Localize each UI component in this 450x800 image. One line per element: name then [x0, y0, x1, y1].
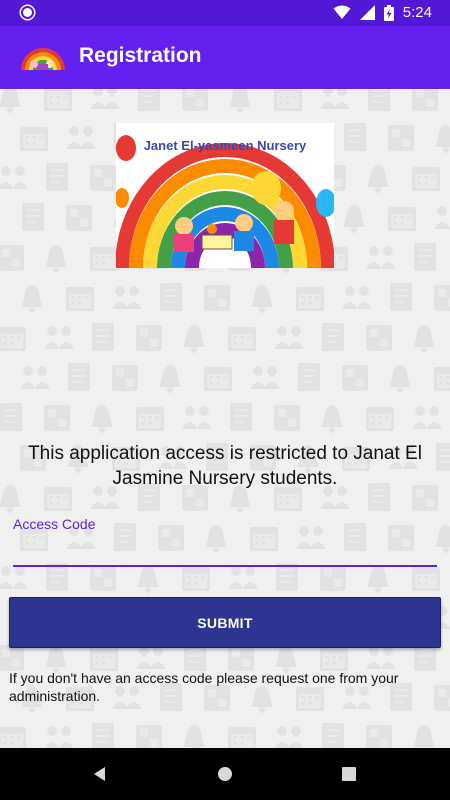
- access-code-label: Access Code: [13, 516, 96, 532]
- submit-button[interactable]: SUBMIT: [9, 597, 441, 648]
- signal-icon: [359, 5, 375, 20]
- recents-icon[interactable]: [337, 762, 361, 786]
- app-bar: Registration: [0, 26, 450, 89]
- notification-dot-icon: [21, 6, 34, 19]
- battery-charging-icon: [383, 4, 394, 21]
- navigation-bar: [0, 748, 450, 800]
- clock: 5:24: [402, 4, 432, 21]
- help-text: If you don't have an access code please …: [9, 670, 399, 704]
- nursery-banner-image: Janet El-yasmeen Nursery: [116, 123, 334, 268]
- status-bar: 5:24: [0, 0, 450, 26]
- banner-text: Janet El-yasmeen Nursery: [144, 138, 307, 153]
- access-restriction-message: This application access is restricted to…: [28, 443, 422, 489]
- status-icons: 5:24: [333, 4, 432, 21]
- back-icon[interactable]: [88, 762, 112, 786]
- page-title: Registration: [79, 44, 202, 67]
- wifi-icon: [333, 5, 351, 19]
- access-code-input[interactable]: [13, 535, 437, 567]
- rainbow-logo-icon: [21, 48, 65, 71]
- home-icon[interactable]: [213, 762, 237, 786]
- main-content: Janet El-yasmeen Nursery This applicatio…: [0, 89, 450, 748]
